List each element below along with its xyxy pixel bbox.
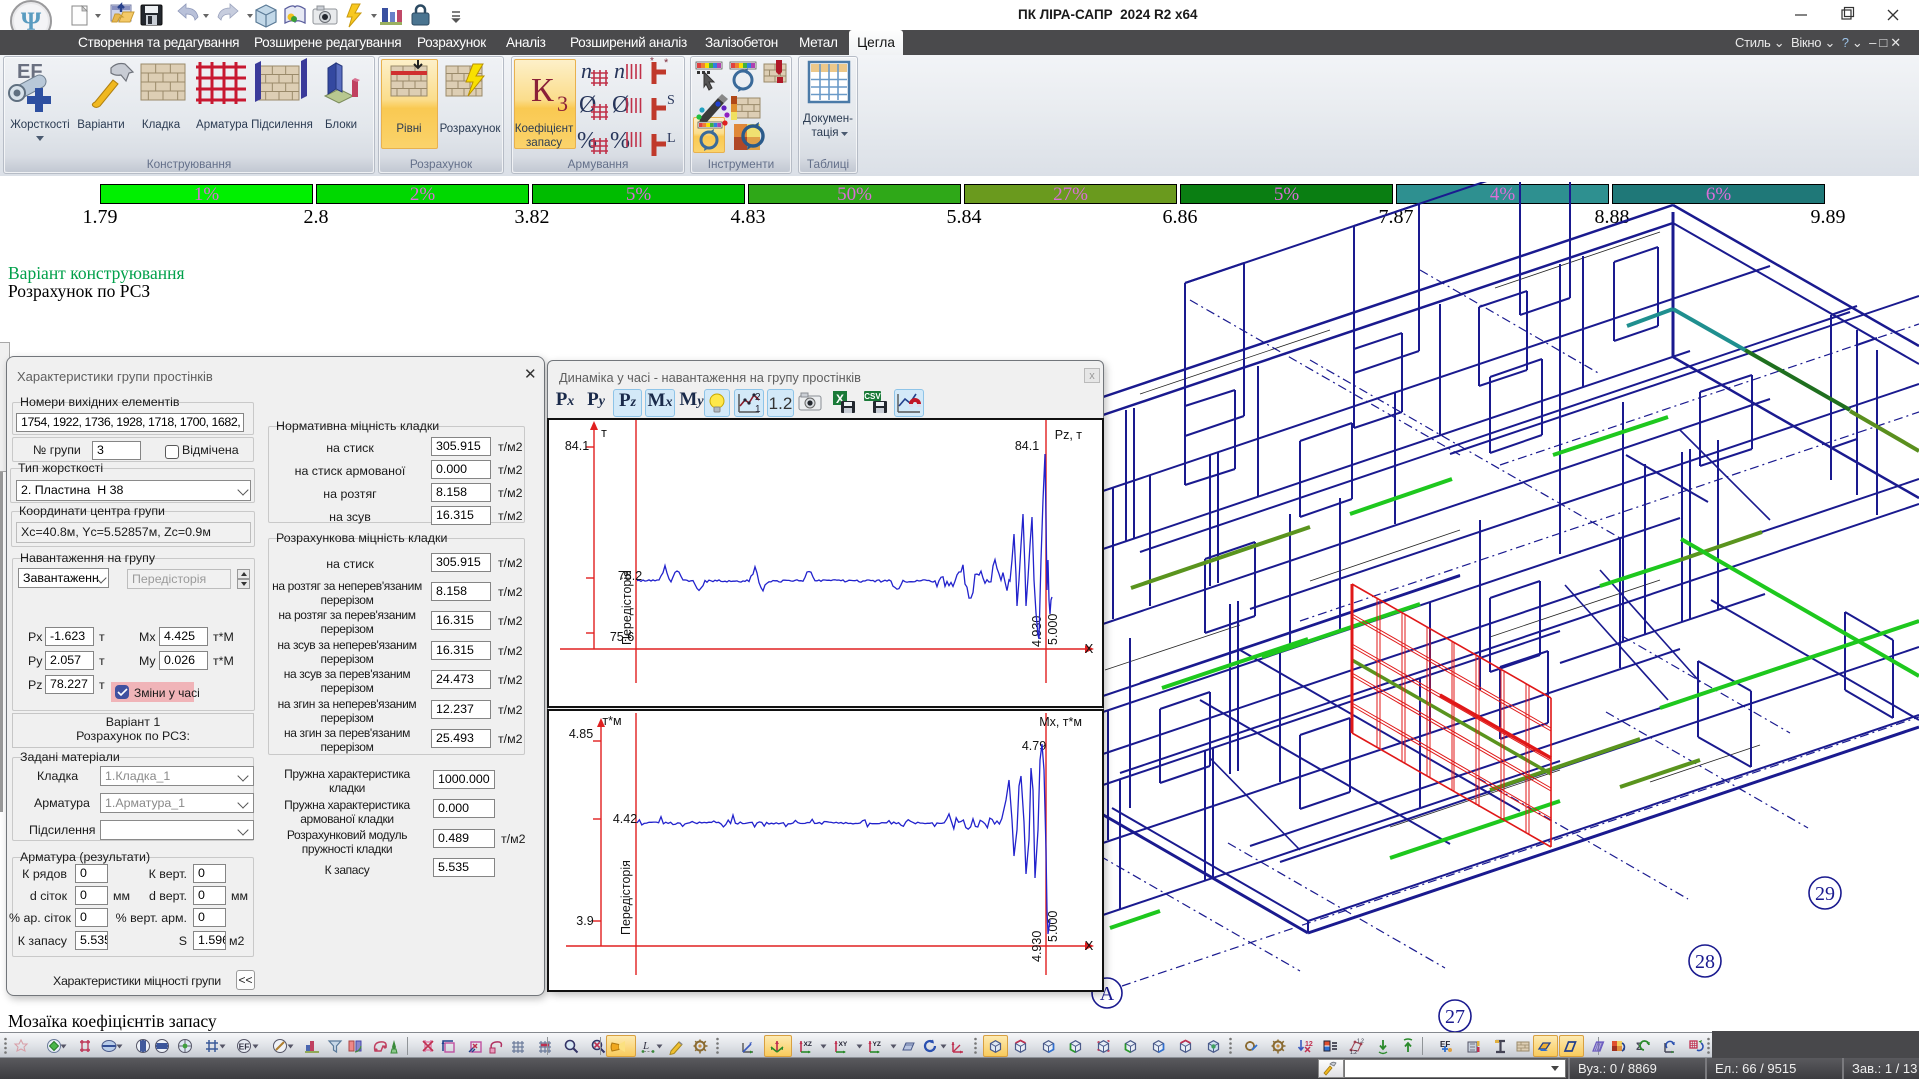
- svg-text:Ψ: Ψ: [21, 7, 42, 30]
- svg-text:28: 28: [1695, 951, 1715, 973]
- svg-text:запасу: запасу: [526, 136, 562, 149]
- svg-text:Підсилення: Підсилення: [251, 119, 313, 131]
- svg-text:XY: XY: [839, 1041, 848, 1048]
- svg-text:YZ: YZ: [873, 1041, 881, 1048]
- svg-text:n: n: [614, 58, 625, 83]
- svg-text:4.42: 4.42: [613, 812, 637, 826]
- svg-text:Передісторія: Передісторія: [619, 860, 633, 935]
- svg-text:1.2: 1.2: [1350, 1050, 1357, 1055]
- svg-text:X: X: [1085, 641, 1094, 656]
- svg-text:т: т: [601, 426, 607, 440]
- svg-text:К: К: [531, 72, 554, 109]
- svg-text:3.9: 3.9: [576, 914, 593, 928]
- svg-text:L: L: [667, 131, 676, 146]
- svg-text:Коефіцієнт: Коефіцієнт: [515, 122, 574, 135]
- svg-text:Рівні: Рівні: [396, 123, 421, 135]
- svg-text:Передісторія: Передісторія: [620, 570, 634, 645]
- svg-text:27: 27: [1445, 1006, 1465, 1028]
- svg-text:XZ: XZ: [804, 1041, 812, 1048]
- svg-text:4.85: 4.85: [569, 727, 593, 741]
- svg-text:n: n: [581, 58, 592, 83]
- svg-text:X: X: [1085, 938, 1094, 953]
- svg-text:Кладка: Кладка: [142, 119, 181, 131]
- svg-text:84.1: 84.1: [565, 439, 589, 453]
- svg-text:т*м: т*м: [602, 714, 621, 728]
- svg-text:Арматура: Арматура: [196, 119, 249, 131]
- svg-text:*: *: [664, 57, 669, 69]
- svg-text:12: 12: [1305, 1041, 1313, 1048]
- svg-text:Mx, т*м: Mx, т*м: [1039, 715, 1082, 729]
- svg-text:Розрахунок: Розрахунок: [440, 123, 502, 135]
- svg-text:5.000: 5.000: [1046, 614, 1060, 645]
- svg-text:тація: тація: [811, 126, 838, 139]
- svg-text:Блоки: Блоки: [325, 119, 357, 131]
- svg-text:84.1: 84.1: [1015, 439, 1039, 453]
- svg-text:Жорсткості: Жорсткості: [10, 119, 69, 131]
- svg-text:S: S: [667, 93, 675, 108]
- svg-text:*: *: [650, 56, 654, 67]
- svg-text:Pz, т: Pz, т: [1055, 428, 1083, 442]
- svg-text:1.2: 1.2: [1357, 1039, 1364, 1045]
- svg-text:4.930: 4.930: [1030, 931, 1044, 962]
- svg-text:EF: EF: [239, 1042, 250, 1052]
- svg-text:Докумен-: Докумен-: [803, 112, 853, 125]
- svg-text:29: 29: [1815, 883, 1835, 905]
- svg-text:Варіанти: Варіанти: [77, 119, 124, 131]
- svg-text:3: 3: [557, 91, 568, 116]
